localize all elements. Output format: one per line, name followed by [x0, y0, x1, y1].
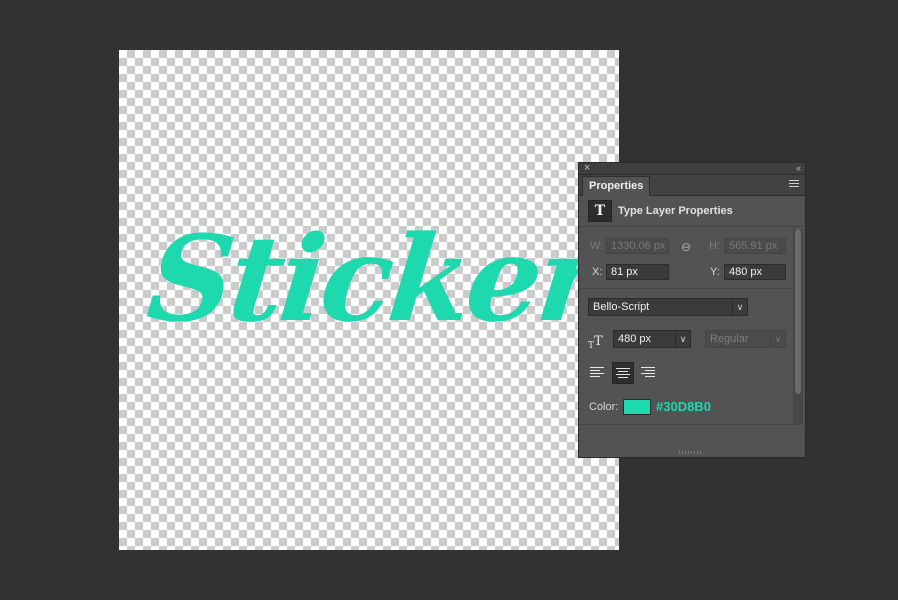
panel-resize-grip[interactable] [679, 451, 703, 454]
color-swatch[interactable] [623, 399, 651, 415]
scrollbar-thumb[interactable] [795, 229, 801, 394]
align-left-button[interactable] [587, 362, 609, 384]
link-dimensions-icon: ⊖ [681, 240, 692, 254]
height-field: 565.91 px [724, 238, 786, 254]
tab-properties[interactable]: Properties [582, 176, 651, 196]
h-label: H: [709, 240, 720, 252]
font-family-value: Bello-Script [593, 301, 650, 313]
properties-header: T Type Layer Properties [579, 196, 805, 227]
panel-tab-strip: Properties [579, 175, 805, 196]
chevron-down-icon: ∨ [732, 299, 747, 315]
x-label: X: [592, 266, 603, 278]
y-position-field[interactable]: 480 px [724, 264, 786, 280]
font-size-icon: T T [588, 334, 603, 349]
section-divider [579, 424, 791, 425]
font-family-select[interactable]: Bello-Script ∨ [588, 298, 748, 316]
width-field: 1330.06 px [606, 238, 669, 254]
align-right-button[interactable] [637, 362, 659, 384]
color-hex-value: #30D8B0 [656, 399, 711, 414]
font-style-select[interactable]: Regular ∨ [705, 330, 786, 348]
svg-text:T: T [594, 334, 603, 349]
font-size-value: 480 px [618, 333, 652, 345]
panel-menu-icon[interactable] [789, 180, 799, 189]
y-label: Y: [710, 266, 720, 278]
section-divider [579, 288, 791, 289]
header-title: Type Layer Properties [618, 205, 733, 217]
align-center-button[interactable] [612, 362, 634, 384]
sticker-text-layer[interactable]: Sticker [142, 209, 604, 348]
font-size-select[interactable]: 480 px ∨ [613, 330, 691, 348]
chevron-down-icon: ∨ [770, 331, 785, 347]
color-label: Color: [589, 401, 619, 413]
collapse-panel-icon[interactable]: ‹‹ [796, 162, 801, 174]
properties-panel: × ‹‹ Properties T Type Layer Properties … [578, 162, 806, 458]
document-canvas[interactable]: Sticker [119, 50, 619, 550]
w-label: W: [590, 240, 604, 252]
font-style-value: Regular [710, 333, 749, 345]
x-position-field[interactable]: 81 px [606, 264, 669, 280]
chevron-down-icon: ∨ [675, 331, 690, 347]
panel-scrollbar[interactable] [793, 229, 803, 425]
close-icon[interactable]: × [584, 161, 590, 175]
type-layer-icon: T [588, 200, 612, 222]
panel-title-bar: × ‹‹ [579, 161, 805, 175]
